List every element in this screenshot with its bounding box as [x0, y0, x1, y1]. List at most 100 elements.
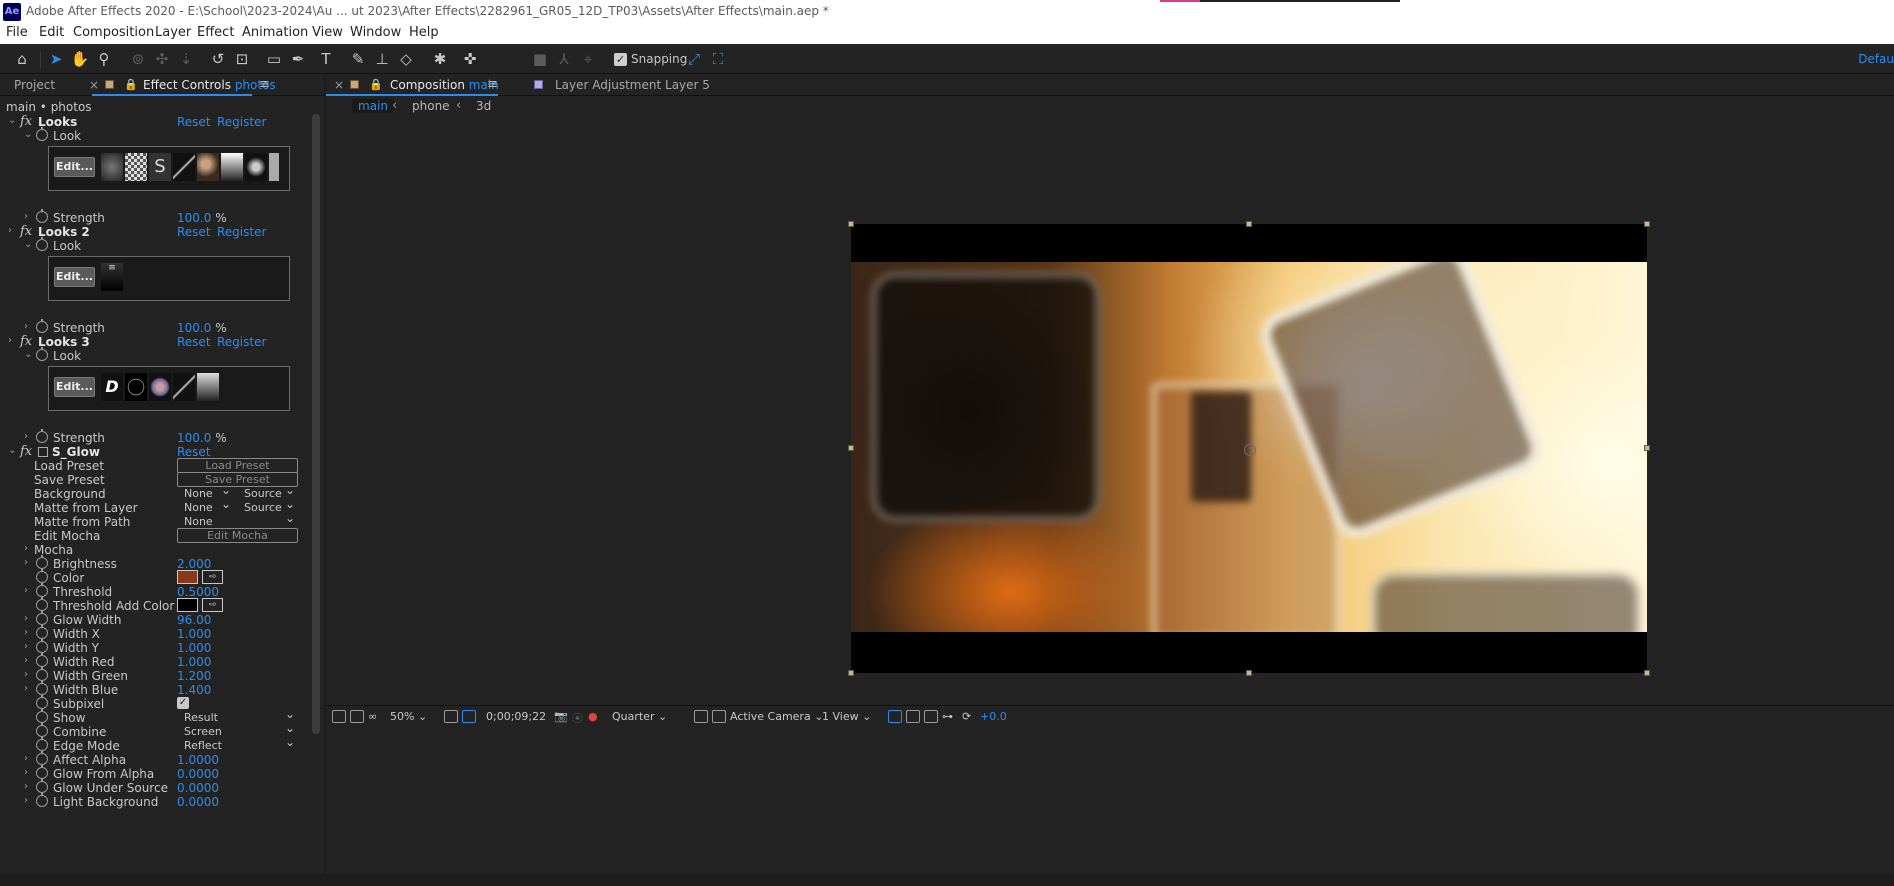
world-axis-mode-icon[interactable]: ⅄ [554, 50, 574, 68]
anchor-point-icon[interactable] [1244, 444, 1256, 456]
subtab-main[interactable]: main [352, 99, 394, 113]
transform-handle[interactable] [848, 670, 854, 676]
scrollbar-thumb[interactable] [312, 114, 320, 734]
fx-icon[interactable]: fx [20, 114, 32, 129]
eyedropper-icon[interactable]: ⇨ [202, 598, 223, 612]
expand-arrow-icon[interactable]: › [8, 225, 18, 236]
stopwatch-icon[interactable] [36, 583, 48, 597]
show-dropdown[interactable]: Result [177, 707, 297, 725]
menu-composition[interactable]: Composition [73, 25, 154, 40]
fx-icon[interactable]: fx [20, 224, 32, 239]
stopwatch-icon[interactable] [36, 555, 48, 569]
current-time[interactable]: 0;00;09;22 [486, 710, 546, 723]
stopwatch-icon[interactable] [36, 793, 48, 807]
strength-value[interactable]: 100.0 % [177, 211, 227, 225]
lock-icon[interactable]: 🔒 [369, 78, 383, 91]
glow-from-alpha-value[interactable]: 0.0000 [177, 767, 219, 781]
panel-menu-icon[interactable]: ≡ [487, 77, 498, 92]
mask-visibility-icon[interactable] [462, 710, 476, 723]
strength-value[interactable]: 100.0 % [177, 321, 227, 335]
reset-exposure-icon[interactable]: ⟳ [962, 710, 971, 723]
subtab-phone[interactable]: phone [412, 99, 450, 113]
expand-arrow-icon[interactable]: › [24, 431, 34, 442]
roto-brush-tool-icon[interactable]: ✱ [430, 50, 450, 68]
snapping-checkbox-icon[interactable]: ✓ [614, 52, 627, 66]
width-red-value[interactable]: 1.000 [177, 655, 211, 669]
expand-arrow-icon[interactable]: › [24, 753, 34, 764]
brightness-value[interactable]: 2.000 [177, 557, 211, 571]
close-tab-icon[interactable]: × [89, 78, 99, 92]
width-green-value[interactable]: 1.200 [177, 669, 211, 683]
register-link[interactable]: Register [217, 225, 266, 239]
strength-number[interactable]: 100.0 [177, 321, 211, 335]
stopwatch-icon[interactable] [36, 237, 48, 251]
monitor-icon[interactable] [350, 710, 364, 723]
stopwatch-icon[interactable] [36, 319, 48, 333]
color-swatch[interactable] [177, 598, 198, 612]
safe-zones-icon[interactable] [444, 710, 458, 723]
menu-help[interactable]: Help [409, 25, 439, 40]
fx-icon[interactable]: fx [20, 444, 32, 459]
workspace-switcher[interactable]: Defau [1858, 52, 1894, 66]
view-axis-mode-icon[interactable]: ⌖ [578, 50, 598, 68]
combine-dropdown[interactable]: Screen [177, 721, 297, 739]
composition-frame[interactable] [848, 221, 1650, 676]
flowchart-icon[interactable]: ⊶ [942, 710, 953, 723]
camera-view-dropdown[interactable]: Active Camera [730, 710, 816, 723]
stopwatch-icon[interactable] [36, 709, 48, 723]
stopwatch-icon[interactable] [36, 723, 48, 737]
menu-animation[interactable]: Animation [242, 25, 308, 40]
composition-viewer[interactable] [326, 118, 1894, 849]
collapse-arrow-icon[interactable]: ⌄ [24, 349, 34, 360]
transparency-grid-icon[interactable] [712, 710, 726, 723]
zoom-tool-icon[interactable]: ⚲ [94, 50, 114, 68]
stopwatch-icon[interactable] [36, 347, 48, 361]
color-swatch[interactable] [177, 570, 198, 584]
toggle-pixel-aspect-icon[interactable] [888, 710, 902, 723]
fast-previews-icon[interactable] [906, 710, 920, 723]
tab-layer-adjustment[interactable]: Layer Adjustment Layer 5 [555, 78, 710, 92]
stopwatch-icon[interactable] [36, 653, 48, 667]
lock-icon[interactable]: 🔒 [124, 78, 138, 91]
rectangle-tool-icon[interactable]: ▭ [264, 50, 284, 68]
expand-arrow-icon[interactable]: › [24, 627, 34, 638]
pan-camera-icon[interactable]: ✣ [152, 50, 172, 68]
expand-arrow-icon[interactable]: › [8, 335, 18, 346]
menu-view[interactable]: View [312, 25, 343, 40]
glow-under-source-value[interactable]: 0.0000 [177, 781, 219, 795]
transform-handle[interactable] [848, 221, 854, 227]
show-snapshot-icon[interactable]: ⦿ [572, 710, 583, 726]
resolution-dropdown[interactable]: Quarter [612, 710, 686, 723]
tab-effect-controls[interactable]: Effect Controls photos [143, 78, 276, 92]
register-link[interactable]: Register [217, 335, 266, 349]
width-blue-value[interactable]: 1.400 [177, 683, 211, 697]
local-axis-mode-icon[interactable]: ■ [530, 50, 550, 68]
panel-menu-icon[interactable]: ≡ [259, 77, 270, 92]
exposure-value[interactable]: +0.0 [980, 710, 1007, 723]
subpixel-checkbox[interactable]: ✓ [177, 697, 189, 709]
effect-controls-scrollbar[interactable] [310, 114, 322, 814]
width-x-value[interactable]: 1.000 [177, 627, 211, 641]
fx-icon[interactable]: fx [20, 334, 32, 349]
stopwatch-icon[interactable] [36, 639, 48, 653]
expand-arrow-icon[interactable]: › [24, 641, 34, 652]
menu-effect[interactable]: Effect [197, 25, 234, 40]
matte-layer-dropdown[interactable]: None [177, 497, 233, 515]
type-tool-icon[interactable]: T [316, 50, 336, 68]
eyedropper-icon[interactable]: ⇨ [202, 570, 223, 584]
stopwatch-icon[interactable] [36, 429, 48, 443]
edit-mocha-button[interactable]: Edit Mocha [177, 528, 298, 543]
threshold-value[interactable]: 0.5000 [177, 585, 219, 599]
transform-handle[interactable] [1246, 221, 1252, 227]
puppet-pin-tool-icon[interactable]: ✜ [460, 50, 480, 68]
tab-project[interactable]: Project [14, 78, 55, 92]
snap-edges-icon[interactable]: ⤢ [684, 50, 704, 68]
snap-features-icon[interactable]: ⛶ [708, 50, 728, 68]
reset-link[interactable]: Reset [177, 445, 211, 459]
selection-tool-icon[interactable]: ➤ [46, 50, 66, 68]
view-layout-dropdown[interactable]: 1 View [822, 710, 880, 723]
menu-window[interactable]: Window [350, 25, 401, 40]
transform-handle[interactable] [1246, 670, 1252, 676]
register-link[interactable]: Register [217, 115, 266, 129]
reset-link[interactable]: Reset [177, 225, 211, 239]
